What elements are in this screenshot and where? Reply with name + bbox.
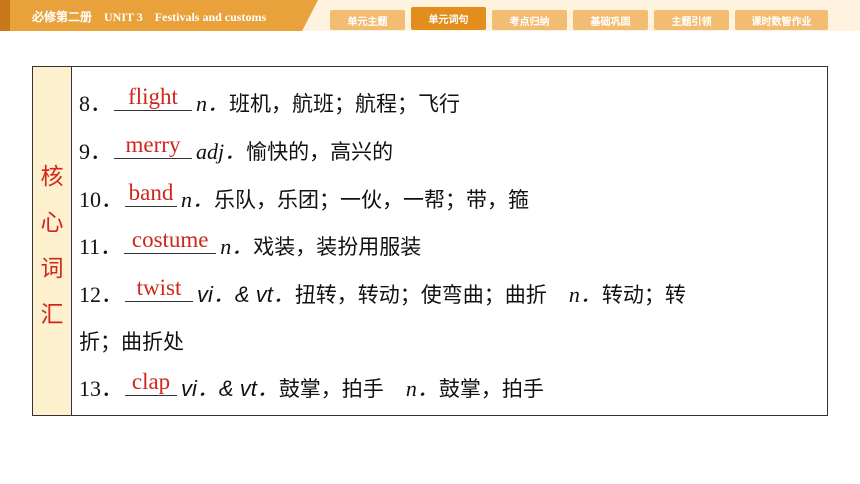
entry-number: 9．: [79, 139, 113, 164]
title-banner-accent: [0, 0, 10, 31]
header-bar: 必修第二册 UNIT 3 Festivals and customs 单元主题 …: [0, 0, 860, 36]
answer-blank: twist: [125, 275, 194, 302]
answer-word: twist: [136, 275, 182, 300]
definition-2: 转动；转: [601, 283, 686, 307]
answer-blank: clap: [125, 369, 178, 396]
vocab-entry-continuation: 折；曲折处: [79, 319, 825, 365]
definition: 鼓掌，拍手: [278, 377, 384, 401]
vocab-entry: 13． clap vi．& vt．鼓掌，拍手 n．鼓掌，拍手: [79, 366, 825, 412]
entry-number: 11．: [79, 234, 123, 259]
part-of-speech: n．: [181, 187, 215, 212]
answer-word: clap: [131, 369, 171, 394]
vocab-entry: 9． merry adj．愉快的，高兴的: [79, 129, 825, 175]
sidebar-char: 核: [40, 164, 64, 190]
entry-number: 8．: [79, 91, 113, 116]
definition: 乐队，乐团；一伙，一帮；带，箍: [214, 188, 530, 212]
vocab-entry: 10． band n．乐队，乐团；一伙，一帮；带，箍: [79, 177, 825, 223]
definition: 戏装，装扮用服装: [253, 235, 422, 259]
part-of-speech: n．: [220, 234, 254, 259]
answer-word: costume: [131, 227, 209, 252]
part-of-speech: vi．& vt．: [181, 376, 279, 401]
definition: 扭转，转动；使弯曲；曲折: [294, 283, 547, 307]
definition: 愉快的，高兴的: [246, 140, 394, 164]
sidebar-label: 核 心 词 汇: [33, 67, 72, 415]
definition-continuation: 折；曲折处: [79, 330, 184, 354]
part-of-speech-2: n．: [405, 376, 439, 401]
tab-basic-practice[interactable]: 基础巩固: [573, 10, 648, 30]
answer-word: flight: [128, 84, 178, 109]
tab-homework[interactable]: 课时数智作业: [735, 10, 828, 30]
sidebar-char: 汇: [40, 302, 64, 328]
vocab-entry: 12． twist vi．& vt．扭转，转动；使弯曲；曲折 n．转动；转: [79, 272, 825, 318]
part-of-speech: vi．& vt．: [197, 282, 295, 307]
tab-theme-lead[interactable]: 主题引领: [654, 10, 729, 30]
tab-unit-theme[interactable]: 单元主题: [330, 10, 405, 30]
answer-blank: band: [125, 180, 178, 207]
vocab-entry: 8． flight n．班机，航班；航程；飞行: [79, 81, 825, 127]
answer-blank: costume: [124, 227, 217, 254]
answer-word: merry: [125, 132, 181, 157]
page-title: 必修第二册 UNIT 3 Festivals and customs: [32, 10, 267, 24]
sidebar-char: 心: [40, 210, 64, 236]
part-of-speech: adj．: [196, 139, 247, 164]
sidebar-char: 词: [40, 256, 64, 282]
part-of-speech-2: n．: [568, 282, 602, 307]
vocabulary-box: 核 心 词 汇 8． flight n．班机，航班；航程；飞行 9． merry adj…: [32, 66, 828, 416]
answer-blank: flight: [114, 84, 193, 111]
answer-blank: merry: [114, 132, 193, 159]
tab-key-points[interactable]: 考点归纳: [492, 10, 567, 30]
answer-word: band: [128, 180, 174, 205]
part-of-speech: n．: [196, 91, 230, 116]
vocab-entry: 11． costume n．戏装，装扮用服装: [79, 224, 825, 270]
entry-number: 10．: [79, 187, 124, 212]
tab-unit-vocabulary[interactable]: 单元词句: [411, 7, 486, 30]
definition: 班机，航班；航程；飞行: [229, 92, 461, 116]
entry-number: 13．: [79, 376, 124, 401]
definition-2: 鼓掌，拍手: [438, 377, 544, 401]
entry-number: 12．: [79, 282, 124, 307]
